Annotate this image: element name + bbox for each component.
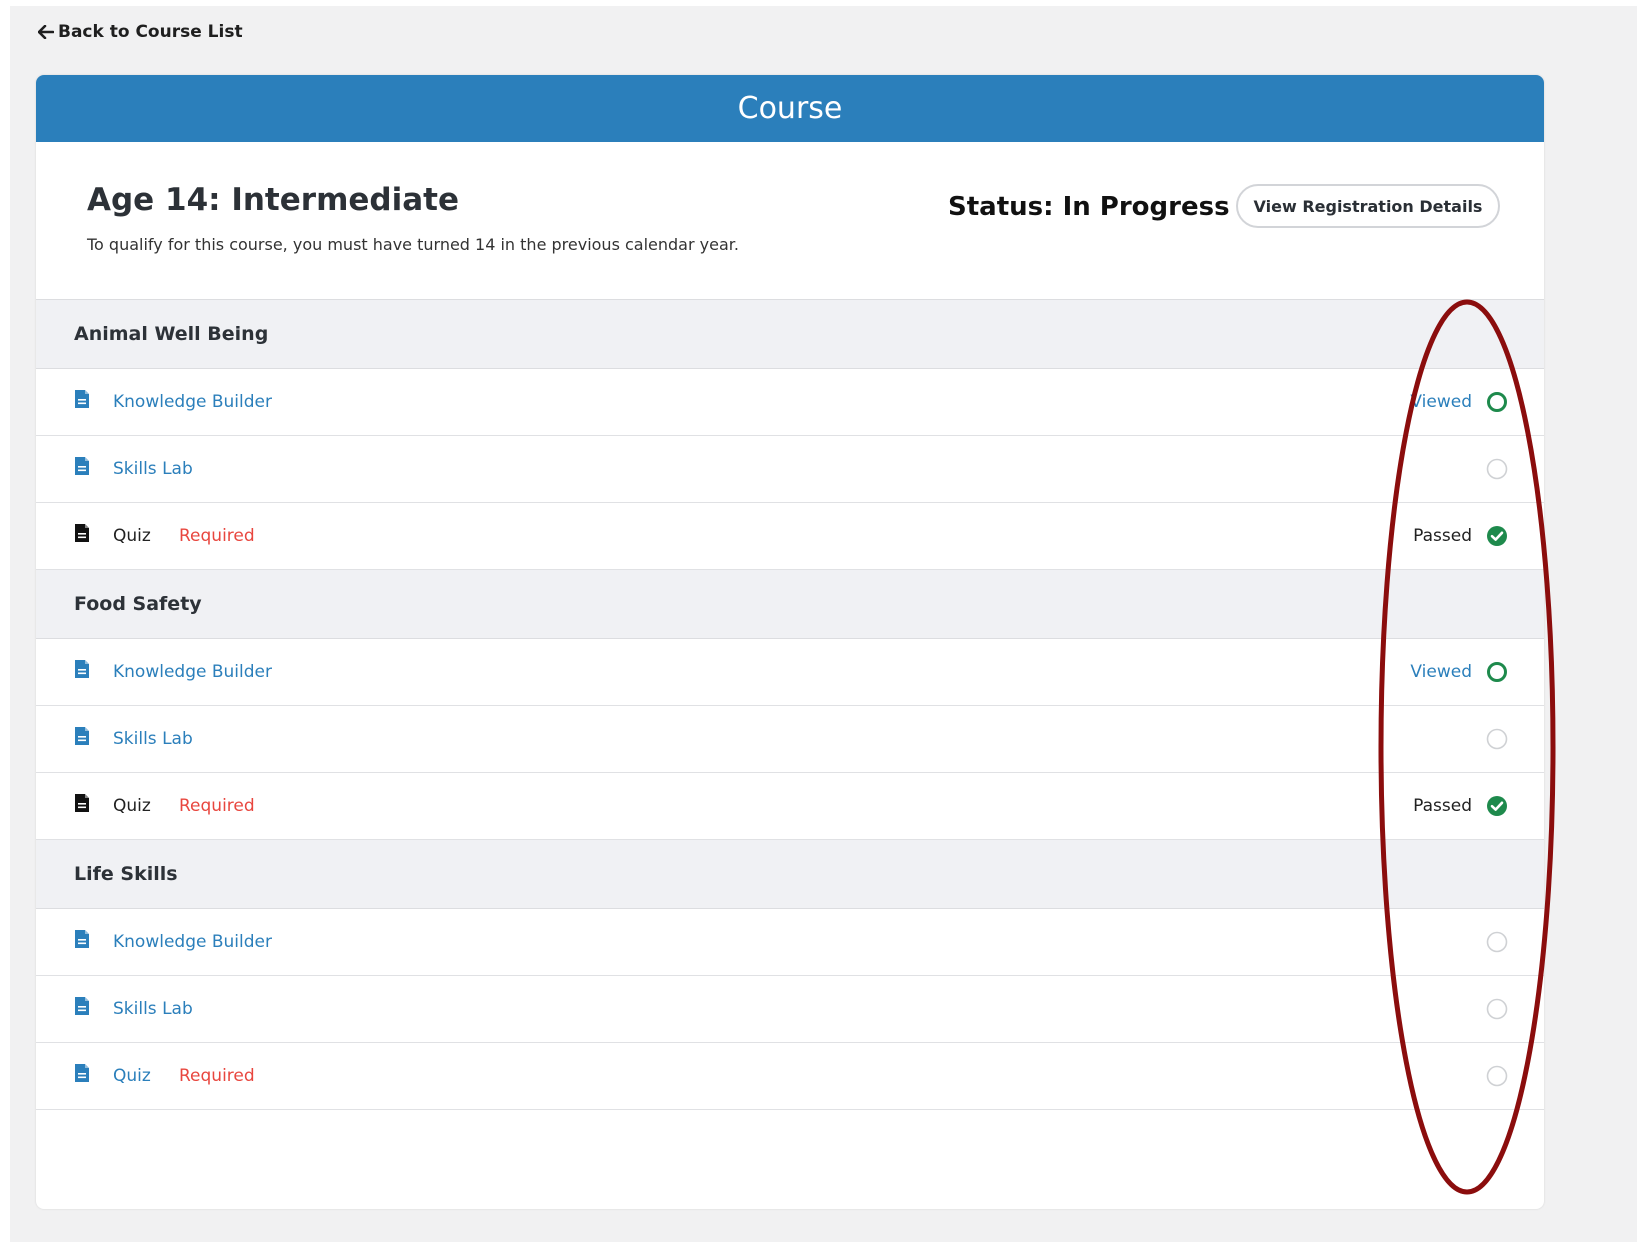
course-item-link[interactable]: Knowledge Builder xyxy=(113,932,272,952)
course-item-link[interactable]: Quiz xyxy=(113,1066,151,1086)
course-item-link[interactable]: Knowledge Builder xyxy=(113,662,272,682)
course-header-bar: Course xyxy=(36,75,1544,142)
section-header: Animal Well Being xyxy=(36,300,1544,369)
section-title: Life Skills xyxy=(74,863,178,885)
course-intro: Age 14: Intermediate To qualify for this… xyxy=(36,142,1544,300)
item-status-text: Passed xyxy=(1413,796,1472,816)
course-item-link[interactable]: Skills Lab xyxy=(113,999,193,1019)
document-icon xyxy=(75,727,89,745)
course-item-row[interactable]: Knowledge Builder xyxy=(36,909,1544,976)
header-title: Course xyxy=(737,91,843,126)
arrow-left-icon xyxy=(38,25,54,39)
back-to-course-list-link[interactable]: Back to Course List xyxy=(38,22,243,42)
circle-empty-icon xyxy=(1486,728,1508,750)
document-icon xyxy=(75,930,89,948)
circle-empty-icon xyxy=(1486,1065,1508,1087)
view-registration-details-button[interactable]: View Registration Details xyxy=(1236,184,1500,228)
course-item-row[interactable]: Knowledge Builder Viewed xyxy=(36,369,1544,436)
course-item-row[interactable]: Knowledge Builder Viewed xyxy=(36,639,1544,706)
document-icon xyxy=(75,524,89,542)
circle-empty-icon xyxy=(1486,998,1508,1020)
page-background: Back to Course List Course Age 14: Inter… xyxy=(10,6,1637,1242)
course-title: Age 14: Intermediate xyxy=(87,182,459,218)
course-status: Status: In Progress xyxy=(948,192,1230,222)
course-description: To qualify for this course, you must hav… xyxy=(87,235,739,254)
required-tag: Required xyxy=(179,526,255,546)
course-item-row[interactable]: Quiz Required xyxy=(36,1043,1544,1110)
course-item-row[interactable]: Skills Lab xyxy=(36,976,1544,1043)
circle-empty-icon xyxy=(1486,931,1508,953)
course-item-link[interactable]: Skills Lab xyxy=(113,729,193,749)
item-status-text: Viewed xyxy=(1410,662,1472,682)
required-tag: Required xyxy=(179,796,255,816)
section-header: Life Skills xyxy=(36,840,1544,909)
item-status-text: Viewed xyxy=(1410,392,1472,412)
section-header: Food Safety xyxy=(36,570,1544,639)
circle-outline-green-icon xyxy=(1487,662,1507,682)
course-item-link[interactable]: Knowledge Builder xyxy=(113,392,272,412)
check-circle-icon xyxy=(1487,796,1507,816)
document-icon xyxy=(75,660,89,678)
back-link-label: Back to Course List xyxy=(58,22,243,42)
section-list: Animal Well Being Knowledge Builder Viewed… xyxy=(36,300,1544,1110)
item-status-text: Passed xyxy=(1413,526,1472,546)
course-item-row[interactable]: Quiz Required Passed xyxy=(36,503,1544,570)
section-title: Animal Well Being xyxy=(74,323,269,345)
course-card: Course Age 14: Intermediate To qualify f… xyxy=(36,75,1544,1209)
document-icon xyxy=(75,997,89,1015)
course-item-link[interactable]: Quiz xyxy=(113,526,151,546)
document-icon xyxy=(75,794,89,812)
course-item-row[interactable]: Skills Lab xyxy=(36,436,1544,503)
section-title: Food Safety xyxy=(74,593,202,615)
course-item-link[interactable]: Quiz xyxy=(113,796,151,816)
document-icon xyxy=(75,457,89,475)
document-icon xyxy=(75,1064,89,1082)
required-tag: Required xyxy=(179,1066,255,1086)
course-item-row[interactable]: Skills Lab xyxy=(36,706,1544,773)
circle-empty-icon xyxy=(1486,458,1508,480)
circle-outline-green-icon xyxy=(1487,392,1507,412)
course-item-link[interactable]: Skills Lab xyxy=(113,459,193,479)
course-item-row[interactable]: Quiz Required Passed xyxy=(36,773,1544,840)
check-circle-icon xyxy=(1487,526,1507,546)
document-icon xyxy=(75,390,89,408)
